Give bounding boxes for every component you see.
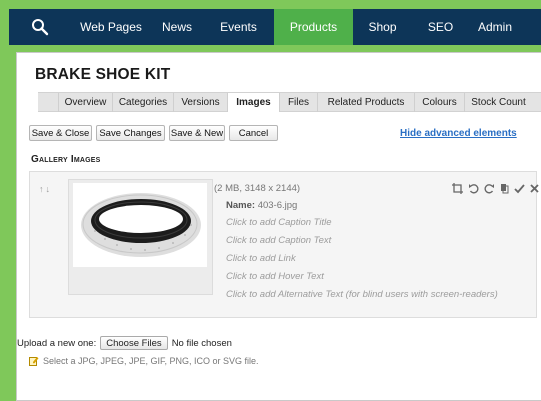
product-edit-panel: BRAKE SHOE KIT Overview Categories Versi…: [16, 52, 541, 401]
upload-hint: Select a JPG, JPEG, JPE, GIF, PNG, ICO o…: [29, 356, 259, 366]
tab-categories[interactable]: Categories: [112, 93, 173, 112]
reorder-arrows-icon[interactable]: ↑↓: [39, 184, 52, 194]
tab-related-products[interactable]: Related Products: [317, 93, 414, 112]
tabs-spacer: [38, 93, 58, 112]
tab-images[interactable]: Images: [227, 93, 279, 112]
tab-versions[interactable]: Versions: [173, 93, 227, 112]
nav-seo[interactable]: SEO: [412, 9, 469, 45]
search-button[interactable]: [9, 9, 71, 45]
product-tabs: Overview Categories Versions Images File…: [38, 92, 541, 112]
image-name: Name: 403-6.jpg: [226, 200, 297, 211]
upload-label: Upload a new one:: [17, 337, 97, 349]
copy-icon[interactable]: [500, 183, 509, 194]
gallery-images-heading: Gallery Images: [31, 154, 101, 165]
nav-shop[interactable]: Shop: [353, 9, 412, 45]
choose-files-button[interactable]: Choose Files: [100, 336, 168, 350]
tab-colours[interactable]: Colours: [414, 93, 464, 112]
save-changes-button[interactable]: Save Changes: [96, 125, 165, 141]
tab-stock-count[interactable]: Stock Count: [464, 93, 532, 112]
image-name-label: Name:: [226, 200, 256, 211]
nav-products[interactable]: Products: [274, 9, 353, 45]
save-close-button[interactable]: Save & Close: [29, 125, 92, 141]
nav-events[interactable]: Events: [203, 9, 274, 45]
hide-advanced-link[interactable]: Hide advanced elements: [400, 128, 517, 139]
top-navigation: Web Pages News Events Products Shop SEO …: [9, 9, 541, 45]
delete-icon[interactable]: [530, 184, 539, 193]
image-tools: [452, 183, 539, 194]
page-title: BRAKE SHOE KIT: [35, 66, 171, 83]
check-icon[interactable]: [514, 183, 525, 194]
upload-row: Upload a new one: Choose Files No file c…: [17, 336, 232, 350]
nav-admin[interactable]: Admin: [469, 9, 521, 45]
edit-note-icon: [29, 357, 39, 366]
brake-shoe-thumbnail: [73, 183, 207, 267]
tab-overview[interactable]: Overview: [58, 93, 112, 112]
image-name-value: 403-6.jpg: [257, 200, 298, 211]
nav-web-pages[interactable]: Web Pages: [71, 9, 151, 45]
upload-hint-text: Select a JPG, JPEG, JPE, GIF, PNG, ICO o…: [43, 356, 259, 366]
add-link[interactable]: Click to add Link: [226, 253, 296, 264]
rotate-left-icon[interactable]: [468, 183, 479, 194]
add-caption-text[interactable]: Click to add Caption Text: [226, 235, 331, 246]
image-thumbnail-frame[interactable]: [68, 179, 213, 295]
add-caption-title[interactable]: Click to add Caption Title: [226, 217, 332, 228]
cancel-button[interactable]: Cancel: [229, 125, 278, 141]
rotate-right-icon[interactable]: [484, 183, 495, 194]
add-alt-text[interactable]: Click to add Alternative Text (for blind…: [226, 289, 498, 300]
nav-news[interactable]: News: [151, 9, 203, 45]
gallery-image-item: ↑↓ (2 MB, 3148 x 2144) Name: 403-6.jpg C…: [29, 171, 539, 318]
crop-icon[interactable]: [452, 183, 463, 194]
image-size-info: (2 MB, 3148 x 2144): [214, 183, 301, 194]
search-icon: [32, 19, 49, 36]
tab-files[interactable]: Files: [279, 93, 317, 112]
file-status: No file chosen: [171, 337, 232, 349]
add-hover-text[interactable]: Click to add Hover Text: [226, 271, 324, 282]
save-new-button[interactable]: Save & New: [169, 125, 225, 141]
